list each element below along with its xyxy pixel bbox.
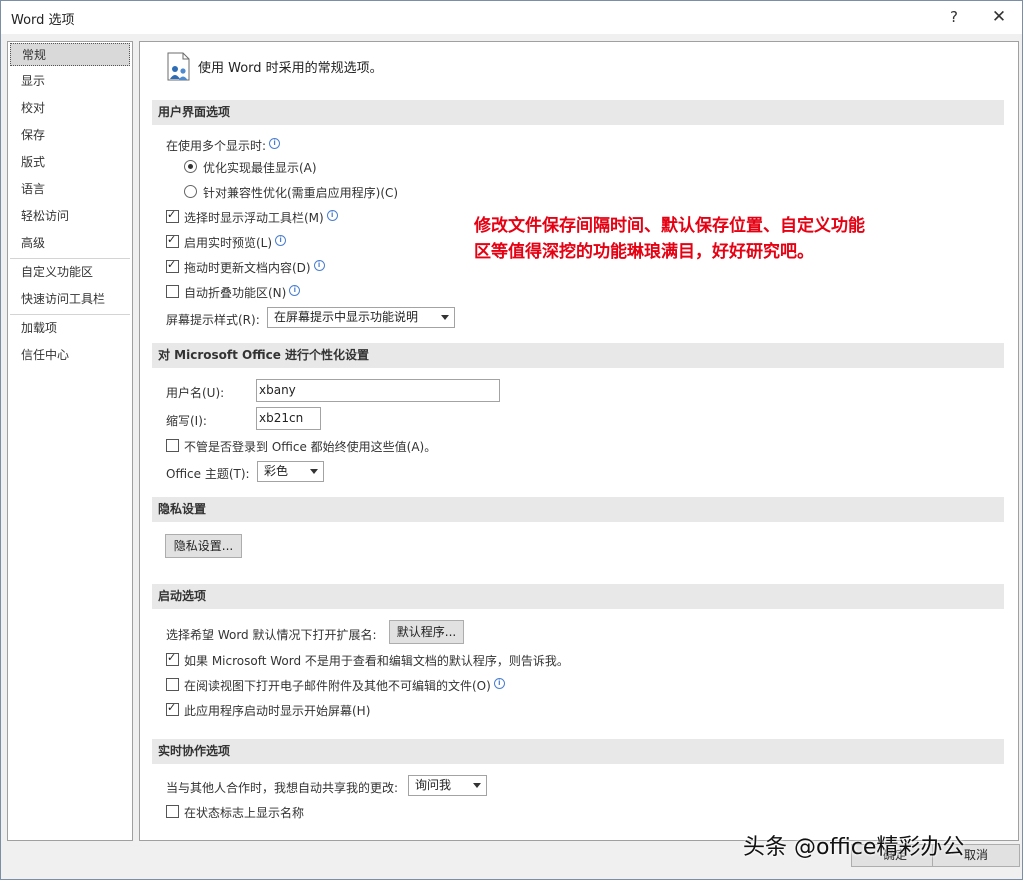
word-options-dialog: Word 选项 ? ✕ 常规 显示 校对 保存 版式 语言 轻松访问 高级 自定… — [0, 0, 1023, 880]
live-preview-label: 启用实时预览(L) i — [184, 234, 287, 251]
radio-compatibility[interactable] — [184, 185, 197, 198]
page-description: 使用 Word 时采用的常规选项。 — [198, 61, 383, 76]
update-while-dragging-text: 拖动时更新文档内容(D) — [184, 261, 311, 275]
checkbox-always-use-values[interactable] — [166, 439, 179, 452]
section-ui-options: 用户界面选项 — [152, 100, 1004, 125]
info-icon: i — [275, 235, 287, 246]
screentip-style-select[interactable]: 在屏幕提示中显示功能说明 — [267, 307, 455, 328]
checkbox-reading-view[interactable] — [166, 678, 179, 691]
office-theme-select[interactable]: 彩色 — [257, 461, 324, 482]
nav-item-typography[interactable]: 版式 — [10, 151, 130, 174]
chevron-down-icon — [310, 469, 318, 474]
initials-input[interactable]: xb21cn — [256, 407, 321, 430]
initials-label: 缩写(I): — [166, 414, 207, 428]
share-changes-value: 询问我 — [415, 778, 452, 792]
nav-item-advanced[interactable]: 高级 — [10, 232, 130, 255]
collapse-ribbon-text: 自动折叠功能区(N) — [184, 286, 287, 300]
nav-item-trust-center[interactable]: 信任中心 — [10, 344, 130, 367]
chevron-down-icon — [441, 315, 449, 320]
nav-item-customize-ribbon[interactable]: 自定义功能区 — [10, 261, 130, 284]
info-icon: i — [326, 210, 338, 221]
radio-compatibility-label: 针对兼容性优化(需重启应用程序)(C) — [203, 186, 399, 200]
multi-display-label: 在使用多个显示时: i — [166, 137, 281, 154]
reading-view-label: 在阅读视图下打开电子邮件附件及其他不可编辑的文件(O) i — [184, 677, 505, 694]
annotation-line-2: 区等值得深挖的功能琳琅满目，好好研究吧。 — [474, 242, 814, 262]
checkbox-tell-if-not-default[interactable] — [166, 651, 179, 666]
annotation-note: 修改文件保存间隔时间、默认保存位置、自定义功能 区等值得深挖的功能琳琅满目，好好… — [474, 213, 865, 265]
default-programs-button[interactable]: 默认程序... — [389, 620, 464, 644]
info-icon: i — [289, 285, 301, 296]
collapse-ribbon-label: 自动折叠功能区(N) i — [184, 284, 301, 301]
mini-toolbar-text: 选择时显示浮动工具栏(M) — [184, 211, 324, 225]
checkbox-start-screen[interactable] — [166, 701, 179, 716]
nav-divider — [10, 258, 130, 259]
update-while-dragging-label: 拖动时更新文档内容(D) i — [184, 259, 325, 276]
nav-item-quick-access-toolbar[interactable]: 快速访问工具栏 — [10, 288, 130, 311]
mini-toolbar-label: 选择时显示浮动工具栏(M) i — [184, 209, 338, 226]
office-theme-value: 彩色 — [264, 464, 289, 478]
watermark: 头条 @office精彩办公 — [743, 835, 965, 860]
multi-display-label-text: 在使用多个显示时: — [166, 139, 267, 153]
show-names-label: 在状态标志上显示名称 — [184, 806, 305, 820]
checkbox-update-while-dragging[interactable] — [166, 258, 179, 273]
share-changes-label: 当与其他人合作时，我想自动共享我的更改: — [166, 781, 399, 795]
tell-if-not-default-label: 如果 Microsoft Word 不是用于查看和编辑文档的默认程序，则告诉我。 — [184, 654, 569, 668]
nav-item-accessibility[interactable]: 轻松访问 — [10, 205, 130, 228]
nav-item-display[interactable]: 显示 — [10, 70, 130, 93]
username-input[interactable]: xbany — [256, 379, 500, 402]
nav-item-proofing[interactable]: 校对 — [10, 97, 130, 120]
info-icon: i — [269, 138, 281, 149]
screentip-style-value: 在屏幕提示中显示功能说明 — [274, 310, 419, 324]
start-screen-label: 此应用程序启动时显示开始屏幕(H) — [184, 704, 371, 718]
nav-item-save[interactable]: 保存 — [10, 124, 130, 147]
close-icon[interactable]: ✕ — [984, 5, 1014, 29]
checkbox-mini-toolbar[interactable] — [166, 208, 179, 223]
info-icon: i — [493, 678, 505, 689]
radio-optimize-label: 优化实现最佳显示(A) — [203, 161, 317, 175]
checkbox-collapse-ribbon[interactable] — [166, 285, 179, 298]
general-options-icon — [167, 52, 190, 81]
office-theme-label: Office 主题(T): — [166, 467, 250, 481]
section-startup: 启动选项 — [152, 584, 1004, 609]
checkbox-show-names[interactable] — [166, 805, 179, 818]
section-coauthoring: 实时协作选项 — [152, 739, 1004, 764]
privacy-settings-button[interactable]: 隐私设置... — [165, 534, 242, 558]
general-options-panel: 使用 Word 时采用的常规选项。 用户界面选项 在使用多个显示时: i 优化实现… — [139, 41, 1019, 841]
section-personalize: 对 Microsoft Office 进行个性化设置 — [152, 343, 1004, 368]
nav-item-language[interactable]: 语言 — [10, 178, 130, 201]
title-bar: Word 选项 ? ✕ — [1, 1, 1022, 34]
nav-divider — [10, 314, 130, 315]
chevron-down-icon — [473, 783, 481, 788]
live-preview-text: 启用实时预览(L) — [184, 236, 273, 250]
default-programs-label: 选择希望 Word 默认情况下打开扩展名: — [166, 628, 377, 642]
share-changes-select[interactable]: 询问我 — [408, 775, 487, 796]
category-nav: 常规 显示 校对 保存 版式 语言 轻松访问 高级 自定义功能区 快速访问工具栏… — [7, 41, 133, 841]
nav-item-add-ins[interactable]: 加载项 — [10, 317, 130, 340]
nav-item-general[interactable]: 常规 — [10, 43, 130, 66]
info-icon: i — [313, 260, 325, 271]
radio-optimize-display[interactable] — [184, 160, 197, 173]
always-use-values-label: 不管是否登录到 Office 都始终使用这些值(A)。 — [184, 440, 437, 454]
checkbox-live-preview[interactable] — [166, 233, 179, 248]
screentip-style-label: 屏幕提示样式(R): — [166, 313, 260, 327]
help-icon[interactable]: ? — [939, 5, 969, 29]
section-privacy: 隐私设置 — [152, 497, 1004, 522]
reading-view-text: 在阅读视图下打开电子邮件附件及其他不可编辑的文件(O) — [184, 679, 491, 693]
annotation-line-1: 修改文件保存间隔时间、默认保存位置、自定义功能 — [474, 216, 865, 236]
window-title: Word 选项 — [11, 13, 75, 28]
username-label: 用户名(U): — [166, 386, 225, 400]
